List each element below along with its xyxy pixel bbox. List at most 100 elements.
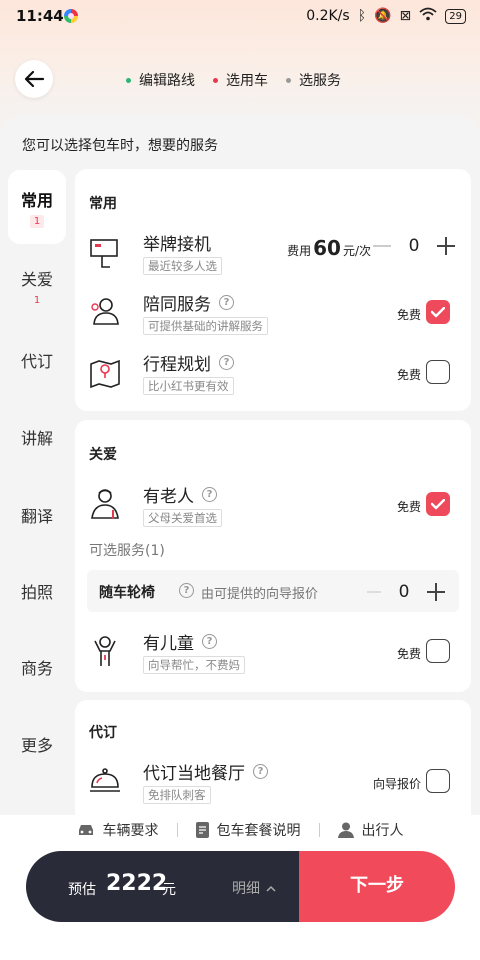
minus-button[interactable]	[367, 591, 381, 593]
service-fee: 免费	[396, 500, 421, 514]
food-cloche-icon	[90, 768, 120, 792]
service-name: 有儿童	[143, 634, 194, 654]
service-sign-pickup[interactable]: 举牌接机 最近较多人选 费用 60 元/次 0	[75, 228, 471, 284]
sidebar-item-label: 常用	[20, 190, 53, 210]
action-bar: 预估 2222 元 明细 下一步	[26, 851, 455, 922]
status-time: 11:44	[16, 7, 64, 25]
step-indicator: 编辑路线 选用车 选服务	[126, 70, 341, 90]
map-pin-icon	[90, 359, 120, 389]
section-care: 关爱 有老人? 父母关爱首选 免费 可选服务(1) 随车轮椅 ? 由可提供的向导…	[75, 420, 471, 692]
help-icon[interactable]: ?	[202, 634, 217, 649]
service-children[interactable]: 有儿童? 向导帮忙，不费妈 免费	[75, 627, 471, 683]
checkmark-icon	[431, 306, 445, 317]
service-sheet: 您可以选择包车时，想要的服务 常用 1 关爱 1 代订 讲解 翻译 拍照 商务 …	[0, 115, 480, 815]
estimate-amount: 2222	[106, 871, 168, 896]
sidebar-item-label: 讲解	[20, 429, 53, 448]
sim-icon: ⊠	[399, 8, 412, 24]
checkmark-icon	[431, 498, 445, 509]
service-fee: 免费	[396, 647, 421, 661]
service-fee: 向导报价	[372, 777, 421, 791]
step-label: 编辑路线	[139, 73, 195, 89]
sidebar-badge: 1	[33, 294, 41, 306]
service-itinerary[interactable]: 行程规划? 比小红书更有效 免费	[75, 348, 471, 404]
status-bar: 11:44 0.2K/s ᛒ 🔕 ⊠ 29	[0, 0, 480, 34]
sidebar-item-label: 更多	[20, 736, 53, 755]
price-prefix: 费用	[287, 244, 312, 258]
battery-icon: 29	[445, 8, 466, 24]
service-tag: 可提供基础的讲解服务	[143, 317, 268, 335]
sidebar-item-photo[interactable]: 拍照	[8, 554, 66, 628]
link-label: 包车套餐说明	[216, 823, 301, 839]
service-elderly[interactable]: 有老人? 父母关爱首选 免费	[75, 480, 471, 536]
arrow-left-icon	[24, 70, 45, 88]
package-info-link[interactable]: 包车套餐说明	[195, 820, 301, 840]
service-escort[interactable]: 陪同服务? 可提供基础的讲解服务 免费	[75, 288, 471, 344]
price-value: 60	[313, 236, 341, 260]
divider	[318, 823, 320, 837]
sign-board-icon	[90, 239, 118, 268]
service-checkbox[interactable]	[426, 360, 450, 384]
header: 编辑路线 选用车 选服务	[0, 56, 480, 106]
sidebar-item-business[interactable]: 商务	[8, 630, 66, 704]
service-checkbox[interactable]	[426, 639, 450, 663]
next-step-button[interactable]: 下一步	[299, 851, 455, 922]
service-checkbox[interactable]	[426, 769, 450, 793]
service-price: 费用 60 元/次	[287, 236, 371, 260]
help-icon[interactable]: ?	[179, 583, 194, 598]
sidebar-item-label: 拍照	[20, 583, 53, 602]
optional-service-name: 随车轮椅	[99, 585, 155, 601]
service-restaurant[interactable]: 代订当地餐厅? 免排队刺客 向导报价	[75, 757, 471, 813]
plus-button[interactable]	[437, 237, 455, 255]
minus-button[interactable]	[373, 245, 391, 247]
price-unit: 元/次	[342, 244, 371, 258]
sidebar-item-more[interactable]: 更多	[8, 707, 66, 781]
sidebar-item-explain[interactable]: 讲解	[8, 400, 66, 474]
help-icon[interactable]: ?	[219, 355, 234, 370]
section-title: 关爱	[89, 447, 117, 463]
section-title: 常用	[89, 196, 117, 212]
service-tag: 向导帮忙，不费妈	[143, 656, 245, 674]
sheet-title: 您可以选择包车时，想要的服务	[22, 138, 218, 154]
chevron-up-icon	[266, 885, 276, 892]
service-checkbox[interactable]	[426, 300, 450, 324]
step-label: 选用车	[226, 73, 268, 89]
sidebar-item-translate[interactable]: 翻译	[8, 478, 66, 552]
back-button[interactable]	[15, 60, 53, 98]
car-icon	[78, 825, 93, 835]
optional-service-wheelchair[interactable]: 随车轮椅 ? 由可提供的向导报价 0	[87, 570, 459, 612]
service-tag: 最近较多人选	[143, 257, 222, 275]
plus-button[interactable]	[427, 583, 445, 601]
step-dot	[286, 77, 291, 83]
price-detail-button[interactable]: 明细	[232, 878, 276, 898]
bluetooth-icon: ᛒ	[357, 8, 367, 24]
service-name: 陪同服务	[143, 295, 211, 315]
help-icon[interactable]: ?	[219, 295, 234, 310]
sidebar-item-care[interactable]: 关爱 1	[8, 249, 66, 323]
quantity-stepper: 0	[373, 236, 455, 256]
vehicle-requirements-link[interactable]: 车辆要求	[77, 820, 159, 840]
help-icon[interactable]: ?	[253, 764, 268, 779]
estimate-panel: 预估 2222 元 明细	[26, 851, 299, 922]
travelers-link[interactable]: 出行人	[337, 820, 404, 840]
section-common: 常用 举牌接机 最近较多人选 费用 60 元/次 0 陪同服务 ? 可提供基础的…	[75, 169, 471, 411]
child-icon	[94, 636, 116, 666]
step-edit-route[interactable]: 编辑路线	[126, 70, 195, 90]
step-choose-car[interactable]: 选用车	[213, 70, 268, 90]
step-choose-service[interactable]: 选服务	[286, 70, 341, 90]
help-icon[interactable]: ?	[202, 487, 217, 502]
section-booking: 代订 代订当地餐厅? 免排队刺客 向导报价	[75, 700, 471, 815]
link-label: 出行人	[361, 823, 404, 839]
service-checkbox[interactable]	[426, 492, 450, 516]
estimate-unit: 元	[162, 882, 176, 898]
sidebar-item-booking[interactable]: 代订	[8, 323, 66, 397]
service-name: 举牌接机	[143, 235, 211, 255]
optional-services-label: 可选服务(1)	[89, 543, 165, 559]
person-icon	[337, 822, 354, 838]
service-tag: 父母关爱首选	[143, 509, 222, 527]
step-label: 选服务	[299, 73, 341, 89]
sidebar-item-common[interactable]: 常用 1	[8, 170, 66, 244]
optional-service-desc: 由可提供的向导报价	[201, 587, 319, 602]
sidebar-item-label: 关爱	[20, 269, 53, 289]
service-name: 有老人	[143, 487, 194, 507]
section-title: 代订	[89, 725, 117, 741]
